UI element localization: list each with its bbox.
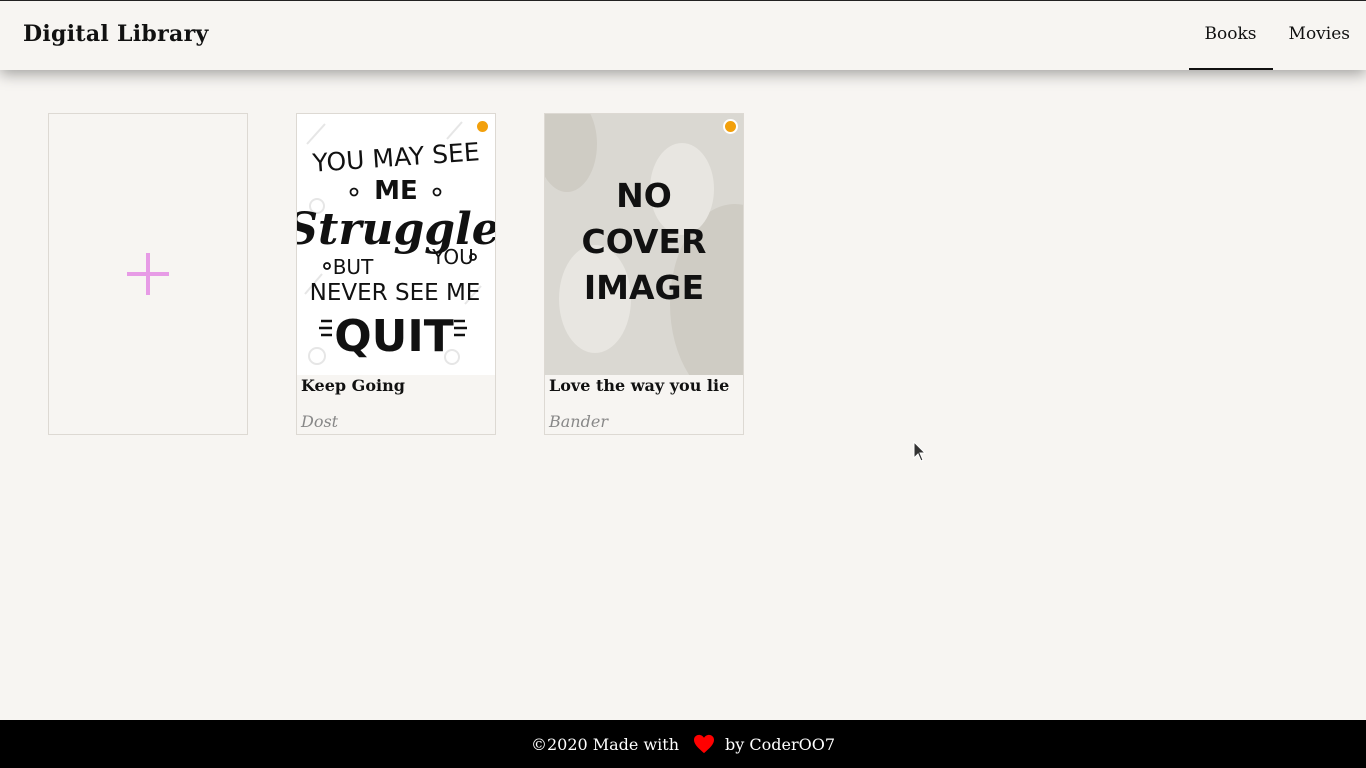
book-cover-image: NO COVER IMAGE xyxy=(545,114,743,375)
footer: ©2020 Made with by CoderOO7 xyxy=(0,720,1366,768)
add-book-card[interactable] xyxy=(48,113,248,435)
cover-line: BUT xyxy=(333,255,374,279)
book-author: Dost xyxy=(301,412,339,431)
cover-line: YOU MAY SEE xyxy=(311,137,481,178)
plus-icon xyxy=(127,253,169,295)
status-dot xyxy=(723,119,738,134)
status-dot xyxy=(475,119,490,134)
book-cover-image: YOU MAY SEE ME Struggle BUT YOU NEVER SE… xyxy=(297,114,495,375)
cover-line: IMAGE xyxy=(584,268,704,307)
cover-line: YOU xyxy=(431,245,474,269)
top-navbar: Digital Library Books Movies xyxy=(0,0,1366,70)
cover-line: QUIT xyxy=(334,311,454,362)
footer-prefix: ©2020 Made with xyxy=(530,734,680,754)
book-title[interactable]: Love the way you lie xyxy=(549,376,729,395)
main-nav: Books Movies xyxy=(1188,1,1366,70)
book-card[interactable]: YOU MAY SEE ME Struggle BUT YOU NEVER SE… xyxy=(296,113,496,435)
book-card[interactable]: NO COVER IMAGE Love the way you lie Band… xyxy=(544,113,744,435)
book-author: Bander xyxy=(549,412,608,431)
cover-art: YOU MAY SEE ME Struggle BUT YOU NEVER SE… xyxy=(297,121,495,365)
book-title[interactable]: Keep Going xyxy=(301,376,405,395)
brand-title[interactable]: Digital Library xyxy=(23,21,209,47)
cover-art: NO COVER IMAGE xyxy=(545,114,743,375)
mouse-cursor-icon xyxy=(913,441,927,462)
book-grid: YOU MAY SEE ME Struggle BUT YOU NEVER SE… xyxy=(48,113,744,435)
footer-suffix[interactable]: by CoderOO7 xyxy=(725,735,835,754)
nav-movies[interactable]: Movies xyxy=(1273,1,1366,70)
nav-books[interactable]: Books xyxy=(1188,1,1273,70)
cover-line: ME xyxy=(374,176,418,206)
cover-line: NO xyxy=(616,176,672,215)
cover-line: COVER xyxy=(582,222,707,261)
heart-icon xyxy=(694,734,715,754)
cover-line: NEVER SEE ME xyxy=(310,280,481,306)
